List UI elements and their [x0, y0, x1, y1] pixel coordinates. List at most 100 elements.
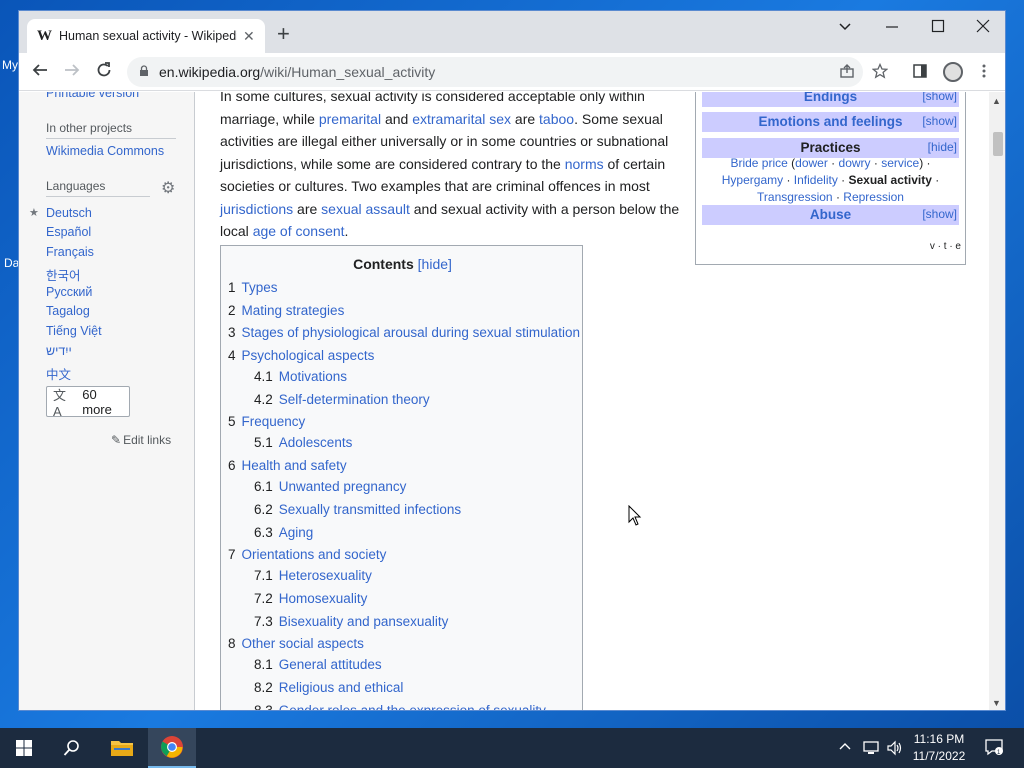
toc-item[interactable]: 5.1 Adolescents — [254, 435, 352, 450]
toc-link[interactable]: Heterosexuality — [279, 568, 372, 583]
language-link[interactable]: ייִדיש — [46, 344, 72, 358]
wikimedia-commons-link[interactable]: Wikimedia Commons — [46, 144, 164, 158]
extramarital-sex-link[interactable]: extramarital sex — [412, 111, 511, 127]
toc-link[interactable]: Adolescents — [279, 435, 353, 450]
toc-hide-toggle[interactable]: [hide] — [418, 256, 452, 272]
network-icon[interactable] — [862, 740, 880, 759]
vte-links[interactable]: v · t · e — [930, 241, 961, 252]
toc-item[interactable]: 6.2 Sexually transmitted infections — [254, 502, 461, 517]
tab-search-chevron-icon[interactable] — [838, 19, 852, 38]
age-of-consent-link[interactable]: age of consent — [253, 223, 345, 239]
close-tab-icon[interactable]: ✕ — [243, 28, 255, 45]
scroll-down-arrow-icon[interactable]: ▼ — [992, 698, 1001, 708]
edit-links-link[interactable]: ✎ Edit links — [111, 433, 171, 447]
jurisdictions-link[interactable]: jurisdictions — [220, 201, 293, 217]
bride-price-link[interactable]: Bride price — [730, 156, 787, 170]
file-explorer-folder-icon[interactable] — [98, 728, 146, 768]
toc-link[interactable]: Mating strategies — [242, 303, 345, 318]
scroll-up-arrow-icon[interactable]: ▲ — [992, 96, 1001, 106]
minimize-button[interactable] — [885, 19, 899, 38]
forward-arrow-icon[interactable] — [63, 61, 81, 83]
show-toggle[interactable]: [show] — [922, 92, 957, 105]
toc-item[interactable]: 5 Frequency — [228, 414, 305, 429]
new-tab-button[interactable]: + — [277, 23, 290, 45]
toc-link[interactable]: Aging — [279, 525, 314, 540]
desktop-icon-label[interactable]: My — [2, 58, 18, 72]
abuse-link[interactable]: Abuse — [702, 205, 959, 225]
toc-item[interactable]: 7.2 Homosexuality — [254, 591, 367, 606]
volume-speaker-icon[interactable] — [886, 740, 904, 759]
infidelity-link[interactable]: Infidelity — [794, 173, 838, 187]
language-link[interactable]: Tiếng Việt — [46, 324, 102, 338]
dower-link[interactable]: dower — [795, 156, 828, 170]
service-link[interactable]: service — [881, 156, 919, 170]
maximize-button[interactable] — [931, 19, 945, 38]
endings-link[interactable]: Endings — [702, 92, 959, 107]
toc-item[interactable]: 8 Other social aspects — [228, 636, 364, 651]
browser-tab[interactable]: W Human sexual activity - Wikipedia ✕ — [27, 19, 265, 53]
toc-item[interactable]: 8.3 Gender roles and the expression of se… — [254, 703, 546, 710]
toc-link[interactable]: Religious and ethical — [279, 680, 404, 695]
toc-link[interactable]: Gender roles and the expression of sexua… — [279, 703, 546, 710]
premarital-link[interactable]: premarital — [319, 111, 381, 127]
language-link[interactable]: Deutsch — [46, 206, 92, 220]
toc-item[interactable]: 6 Health and safety — [228, 458, 347, 473]
gear-icon[interactable]: ⚙ — [161, 178, 175, 198]
toc-link[interactable]: Orientations and society — [242, 547, 387, 562]
show-toggle[interactable]: [show] — [922, 112, 957, 130]
toc-item[interactable]: 8.2 Religious and ethical — [254, 680, 403, 695]
toc-link[interactable]: Sexually transmitted infections — [279, 502, 461, 517]
notification-center-icon[interactable]: 1 — [984, 738, 1004, 759]
language-link[interactable]: Français — [46, 245, 94, 259]
page-scrollbar[interactable]: ▲ ▼ — [989, 92, 1005, 710]
toc-item[interactable]: 3 Stages of physiological arousal during … — [228, 325, 580, 340]
scrollbar-thumb[interactable] — [993, 132, 1003, 156]
chrome-taskbar-icon[interactable] — [148, 728, 196, 768]
toc-item[interactable]: 4 Psychological aspects — [228, 348, 374, 363]
toc-item[interactable]: 2 Mating strategies — [228, 303, 344, 318]
toc-link[interactable]: Homosexuality — [279, 591, 368, 606]
toc-link[interactable]: General attitudes — [279, 657, 382, 672]
side-panel-icon[interactable] — [912, 63, 928, 84]
toc-item[interactable]: 7.1 Heterosexuality — [254, 568, 372, 583]
back-arrow-icon[interactable] — [31, 61, 49, 83]
show-hidden-icons-chevron-icon[interactable] — [838, 740, 852, 757]
toc-link[interactable]: Motivations — [279, 369, 347, 384]
toc-item[interactable]: 4.1 Motivations — [254, 369, 347, 384]
show-toggle[interactable]: [show] — [922, 205, 957, 223]
norms-link[interactable]: norms — [565, 156, 604, 172]
start-windows-icon[interactable] — [0, 728, 48, 768]
more-languages-button[interactable]: 文A 60 more — [46, 386, 130, 419]
menu-kebab-icon[interactable] — [981, 63, 987, 84]
repression-link[interactable]: Repression — [843, 190, 904, 204]
toc-item[interactable]: 7.3 Bisexuality and pansexuality — [254, 614, 448, 629]
toc-link[interactable]: Types — [242, 280, 278, 295]
language-link[interactable]: Español — [46, 225, 91, 239]
bookmark-star-icon[interactable] — [871, 62, 889, 84]
share-icon[interactable] — [839, 63, 855, 84]
reload-icon[interactable] — [95, 61, 113, 83]
toc-link[interactable]: Health and safety — [242, 458, 347, 473]
clock[interactable]: 11:16 PM 11/7/2022 — [912, 731, 966, 765]
toc-link[interactable]: Frequency — [242, 414, 306, 429]
toc-link[interactable]: Self-determination theory — [279, 392, 430, 407]
hide-toggle[interactable]: [hide] — [928, 138, 957, 156]
toc-item[interactable]: 8.1 General attitudes — [254, 657, 382, 672]
toc-item[interactable]: 6.1 Unwanted pregnancy — [254, 479, 406, 494]
language-link[interactable]: Русский — [46, 285, 92, 299]
language-link[interactable]: 中文 — [46, 364, 71, 383]
sexual-assault-link[interactable]: sexual assault — [321, 201, 410, 217]
language-link[interactable]: 한국어 — [46, 265, 81, 284]
profile-avatar-icon[interactable] — [943, 62, 963, 82]
address-bar[interactable]: en.wikipedia.org/wiki/Human_sexual_activ… — [127, 57, 863, 87]
toc-item[interactable]: 1 Types — [228, 280, 278, 295]
close-window-button[interactable] — [976, 19, 990, 38]
lock-icon[interactable] — [139, 64, 149, 80]
toc-link[interactable]: Bisexuality and pansexuality — [279, 614, 449, 629]
printable-version-link[interactable]: Printable version — [46, 92, 139, 100]
toc-item[interactable]: 4.2 Self-determination theory — [254, 392, 430, 407]
toc-item[interactable]: 6.3 Aging — [254, 525, 313, 540]
toc-link[interactable]: Psychological aspects — [242, 348, 375, 363]
toc-item[interactable]: 7 Orientations and society — [228, 547, 386, 562]
hypergamy-link[interactable]: Hypergamy — [722, 173, 783, 187]
